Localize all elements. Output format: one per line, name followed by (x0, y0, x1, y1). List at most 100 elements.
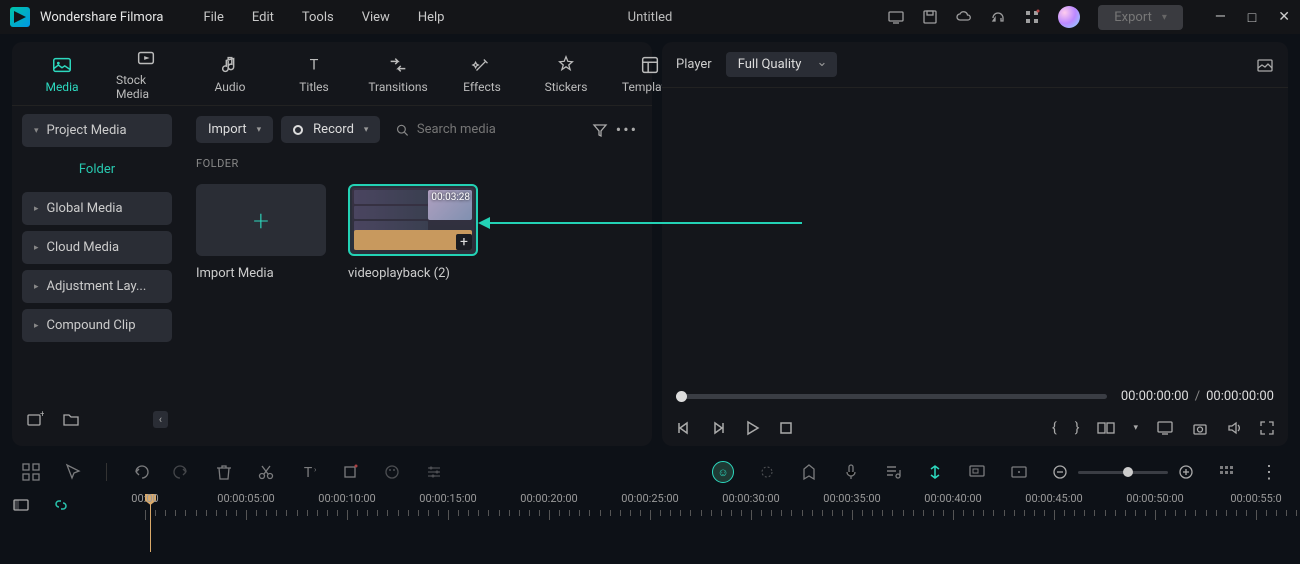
prev-frame-icon[interactable] (676, 420, 692, 436)
tab-media[interactable]: Media (32, 54, 92, 94)
player-label: Player (676, 57, 712, 72)
compare-icon[interactable] (1097, 420, 1115, 436)
quality-dropdown[interactable]: Full Quality (726, 52, 838, 77)
stock-icon (135, 47, 157, 69)
zoom-in-icon[interactable] (1178, 464, 1194, 480)
timeline-more-icon[interactable]: ⋮ (1260, 462, 1278, 483)
menu-help[interactable]: Help (418, 10, 445, 25)
delete-icon[interactable] (215, 463, 233, 481)
play-icon[interactable] (744, 420, 760, 436)
snapshot-icon[interactable] (1256, 56, 1274, 74)
undo-icon[interactable] (131, 463, 149, 481)
clip-duration: 00:03:28 (431, 192, 470, 203)
annotation-arrow (482, 222, 802, 224)
chevron-right-icon: ▸ (34, 321, 39, 331)
layout-icon[interactable] (22, 463, 40, 481)
record-dot-icon (293, 125, 303, 135)
chevron-right-icon: ▸ (34, 282, 39, 292)
menu-view[interactable]: View (362, 10, 390, 25)
chevron-right-icon: ▸ (34, 243, 39, 253)
ai-badge-icon[interactable]: ☺ (712, 461, 734, 483)
headset-icon[interactable] (990, 9, 1006, 25)
import-dropdown[interactable]: Import▾ (196, 116, 273, 143)
tab-stickers[interactable]: Stickers (536, 54, 596, 94)
tab-titles[interactable]: TTitles (284, 54, 344, 94)
zoom-out-icon[interactable] (1052, 464, 1068, 480)
menu-tools[interactable]: Tools (302, 10, 334, 25)
link-icon[interactable] (52, 496, 70, 514)
mark-out-icon[interactable]: } (1075, 420, 1080, 436)
volume-icon[interactable] (1226, 420, 1242, 436)
scrub-bar[interactable] (676, 394, 1107, 399)
sparkle-icon[interactable] (758, 463, 776, 481)
media-clip-thumbnail[interactable]: 00:03:28 + (348, 184, 478, 256)
window-close[interactable]: ✕ (1278, 9, 1290, 26)
ruler-label: 00:00 (131, 492, 158, 505)
new-folder-icon[interactable] (62, 410, 80, 428)
screen-icon[interactable] (888, 9, 904, 25)
ruler-label: 00:00:10:00 (318, 492, 375, 505)
new-bin-icon[interactable]: + (26, 410, 44, 428)
chevron-down-icon[interactable]: ▾ (1133, 423, 1138, 433)
add-to-timeline-button[interactable]: + (456, 234, 472, 250)
menu-edit[interactable]: Edit (252, 10, 274, 25)
filter-icon[interactable] (592, 122, 608, 138)
ruler-label: 00:00:55:0 (1230, 492, 1281, 505)
mark-in-icon[interactable]: { (1052, 420, 1057, 436)
tab-stock-media[interactable]: Stock Media (116, 47, 176, 101)
more-options-icon[interactable]: ••• (616, 120, 638, 139)
camera-icon[interactable] (1192, 420, 1208, 436)
tab-effects[interactable]: Effects (452, 54, 512, 94)
timeline-panel-icon[interactable] (12, 496, 30, 514)
record-dropdown[interactable]: Record▾ (281, 116, 380, 143)
sidebar-adjustment-layer[interactable]: ▸Adjustment Lay... (22, 270, 172, 303)
aspect-icon[interactable] (1010, 463, 1028, 481)
crop-icon[interactable] (341, 463, 359, 481)
music-list-icon[interactable] (884, 463, 902, 481)
monitor-icon[interactable] (968, 463, 986, 481)
project-title: Untitled (628, 10, 673, 25)
titles-icon: T (303, 54, 325, 76)
grid-view-icon[interactable] (1218, 463, 1236, 481)
plus-icon: + (253, 204, 269, 237)
stop-icon[interactable] (778, 420, 794, 436)
magnetic-icon[interactable] (926, 463, 944, 481)
split-icon[interactable] (257, 463, 275, 481)
search-input[interactable] (417, 122, 576, 137)
sidebar-global-media[interactable]: ▸Global Media (22, 192, 172, 225)
ruler-label: 00:00:35:00 (823, 492, 880, 505)
templates-icon (639, 54, 661, 76)
marker-icon[interactable] (800, 463, 818, 481)
adjust-icon[interactable] (425, 463, 443, 481)
ruler-label: 00:00:45:00 (1025, 492, 1082, 505)
apps-grid-icon[interactable] (1024, 9, 1040, 25)
menu-file[interactable]: File (203, 10, 223, 25)
sidebar-folder[interactable]: Folder (22, 153, 172, 186)
sidebar-collapse[interactable]: ‹ (153, 411, 168, 428)
ruler-label: 00:00:50:00 (1126, 492, 1183, 505)
next-frame-icon[interactable] (710, 420, 726, 436)
display-icon[interactable] (1156, 420, 1174, 436)
ruler-label: 00:00:05:00 (217, 492, 274, 505)
cloud-icon[interactable] (956, 9, 972, 25)
fullscreen-icon[interactable] (1260, 421, 1274, 435)
window-maximize[interactable]: □ (1248, 9, 1256, 26)
redo-icon[interactable] (173, 463, 191, 481)
export-button[interactable]: Export▾ (1098, 5, 1183, 30)
user-avatar[interactable] (1058, 6, 1080, 28)
mic-icon[interactable] (842, 463, 860, 481)
import-media-tile[interactable]: + (196, 184, 326, 256)
tab-audio[interactable]: Audio (200, 54, 260, 94)
zoom-slider[interactable] (1078, 471, 1168, 474)
save-icon[interactable] (922, 9, 938, 25)
sidebar-compound-clip[interactable]: ▸Compound Clip (22, 309, 172, 342)
svg-text:T: T (310, 55, 319, 73)
sidebar-project-media[interactable]: ▾Project Media (22, 114, 172, 147)
tab-transitions[interactable]: Transitions (368, 54, 428, 94)
text-icon[interactable]: T› (299, 463, 317, 481)
color-icon[interactable] (383, 463, 401, 481)
pointer-icon[interactable] (64, 463, 82, 481)
sidebar-cloud-media[interactable]: ▸Cloud Media (22, 231, 172, 264)
timeline-ruler[interactable]: 00:0000:00:05:0000:00:10:0000:00:15:0000… (145, 490, 1300, 540)
window-minimize[interactable]: ― (1215, 9, 1226, 26)
